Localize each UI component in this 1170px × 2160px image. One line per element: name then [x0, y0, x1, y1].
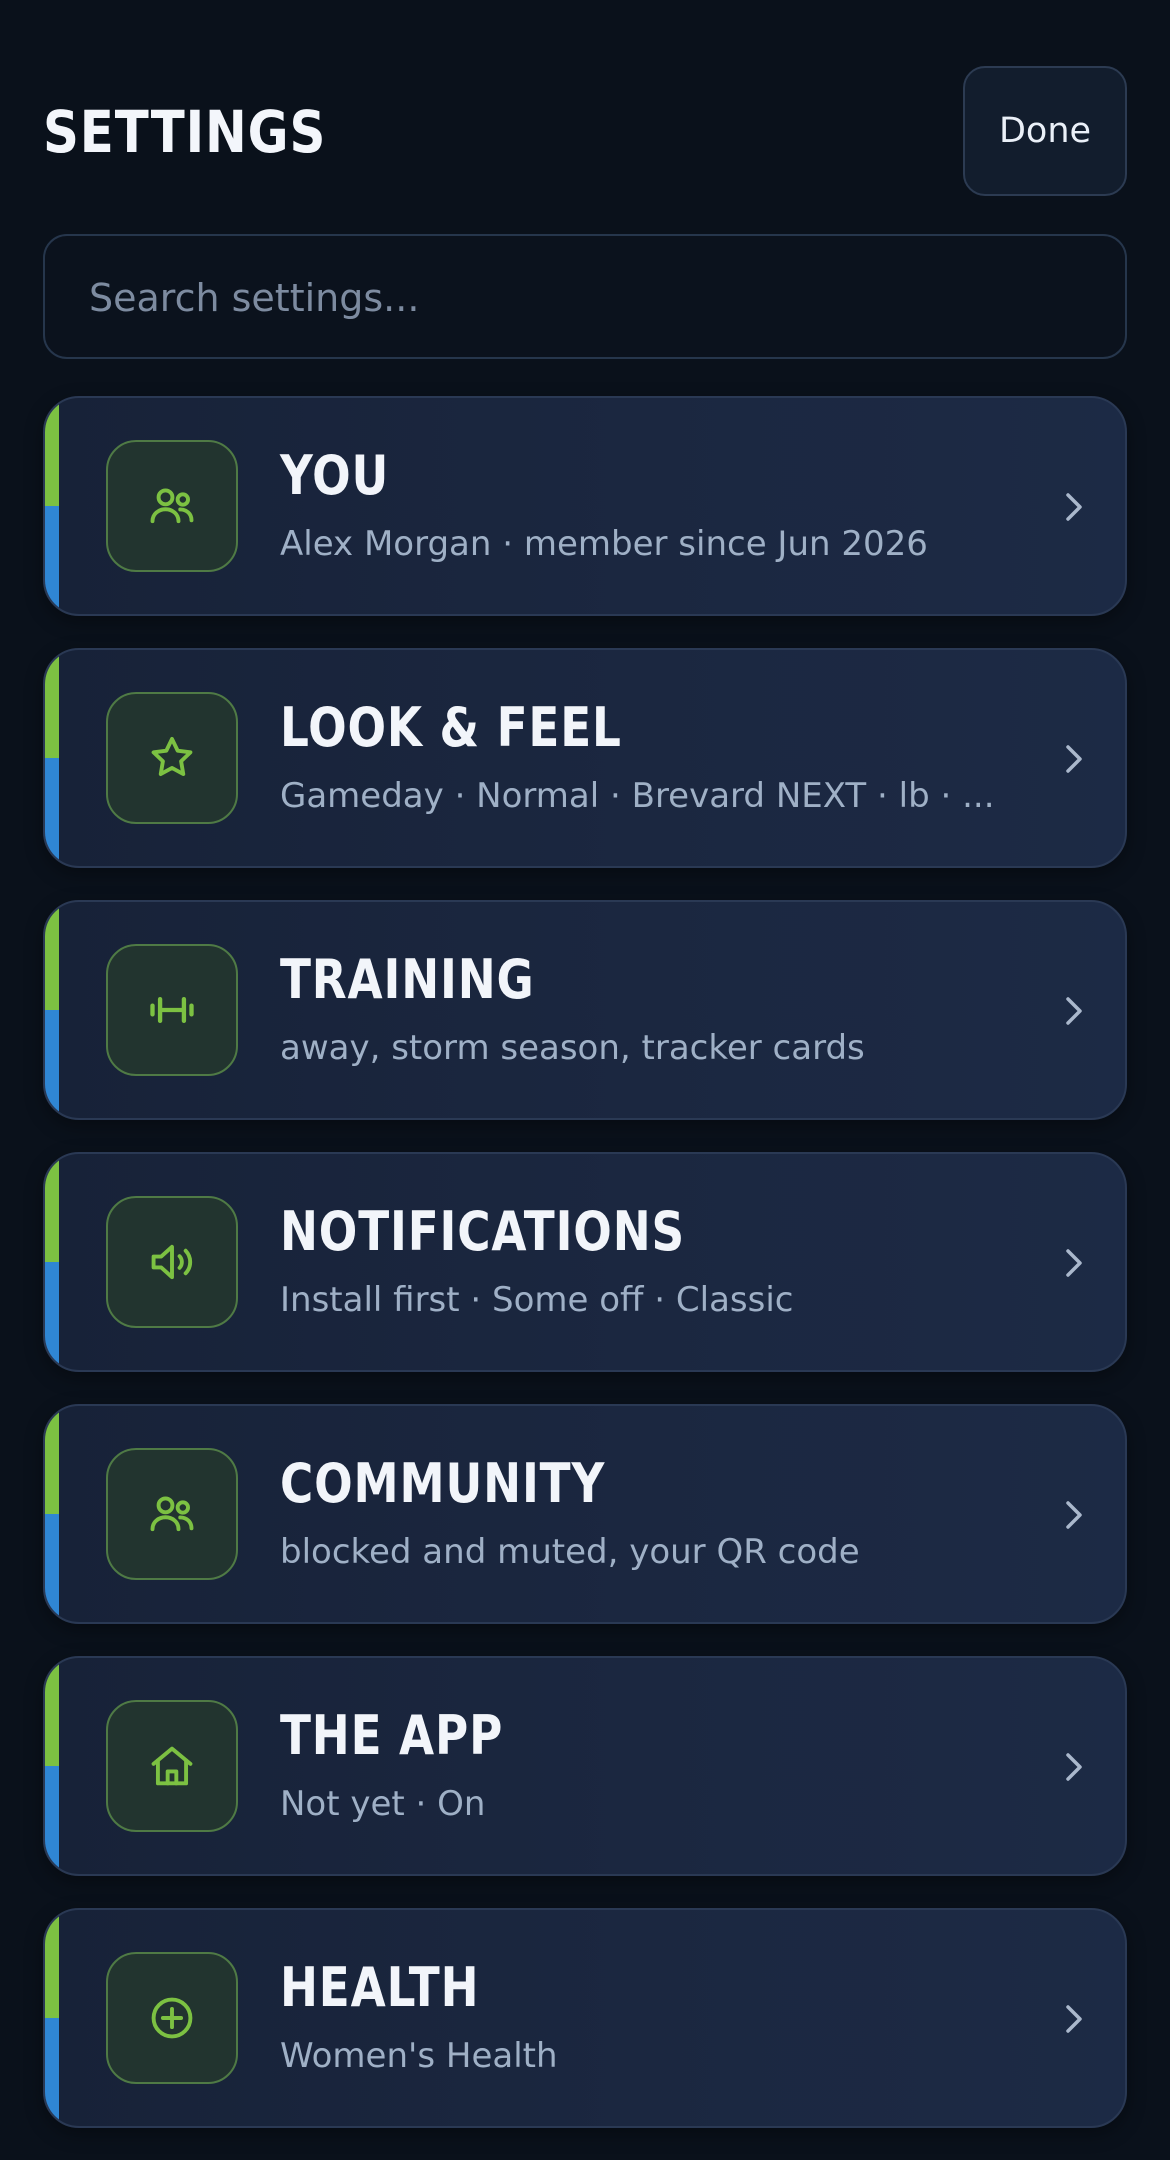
accent-bar: [45, 1658, 59, 1874]
home-icon: [106, 1700, 238, 1832]
section-card-you[interactable]: YOU Alex Morgan · member since Jun 2026: [43, 396, 1127, 616]
accent-bar: [45, 650, 59, 866]
accent-bar: [45, 902, 59, 1118]
section-card-notifications[interactable]: NOTIFICATIONS Install first · Some off ·…: [43, 1152, 1127, 1372]
section-subtitle: Women's Health: [280, 2036, 558, 2076]
people-icon: [106, 440, 238, 572]
section-title: COMMUNITY: [280, 1452, 606, 1515]
done-button[interactable]: Done: [963, 66, 1127, 196]
header: SETTINGS Done: [43, 66, 1127, 198]
section-card-look-feel[interactable]: LOOK & FEEL Gameday · Normal · Brevard N…: [43, 648, 1127, 868]
chevron-right-icon: [1066, 493, 1082, 521]
section-card-the-app[interactable]: THE APP Not yet · On: [43, 1656, 1127, 1876]
chevron-right-icon: [1066, 1249, 1082, 1277]
section-title: LOOK & FEEL: [280, 696, 622, 759]
section-subtitle: Install first · Some off · Classic: [280, 1280, 794, 1320]
plus-circle-icon: [106, 1952, 238, 2084]
dumbbell-icon: [106, 944, 238, 1076]
star-icon: [106, 692, 238, 824]
section-card-community[interactable]: COMMUNITY blocked and muted, your QR cod…: [43, 1404, 1127, 1624]
accent-bar: [45, 1406, 59, 1622]
section-subtitle: Not yet · On: [280, 1784, 486, 1824]
section-card-training[interactable]: TRAINING away, storm season, tracker car…: [43, 900, 1127, 1120]
search-box[interactable]: [43, 234, 1127, 359]
section-subtitle: Gameday · Normal · Brevard NEXT · lb · .…: [280, 776, 995, 816]
page-title: SETTINGS: [43, 98, 327, 166]
chevron-right-icon: [1066, 2005, 1082, 2033]
chevron-right-icon: [1066, 1753, 1082, 1781]
section-title: THE APP: [280, 1704, 504, 1767]
speaker-icon: [106, 1196, 238, 1328]
settings-section-list: YOU Alex Morgan · member since Jun 2026 …: [43, 396, 1127, 2160]
search-input[interactable]: [87, 236, 1091, 359]
section-subtitle: away, storm season, tracker cards: [280, 1028, 865, 1068]
section-title: TRAINING: [280, 948, 535, 1011]
section-card-health[interactable]: HEALTH Women's Health: [43, 1908, 1127, 2128]
accent-bar: [45, 398, 59, 614]
chevron-right-icon: [1066, 1501, 1082, 1529]
section-title: YOU: [280, 444, 390, 507]
chevron-right-icon: [1066, 745, 1082, 773]
section-subtitle: blocked and muted, your QR code: [280, 1532, 860, 1572]
people-icon: [106, 1448, 238, 1580]
section-title: NOTIFICATIONS: [280, 1200, 686, 1263]
accent-bar: [45, 1910, 59, 2126]
chevron-right-icon: [1066, 997, 1082, 1025]
section-title: HEALTH: [280, 1956, 480, 2019]
accent-bar: [45, 1154, 59, 1370]
section-subtitle: Alex Morgan · member since Jun 2026: [280, 524, 928, 564]
